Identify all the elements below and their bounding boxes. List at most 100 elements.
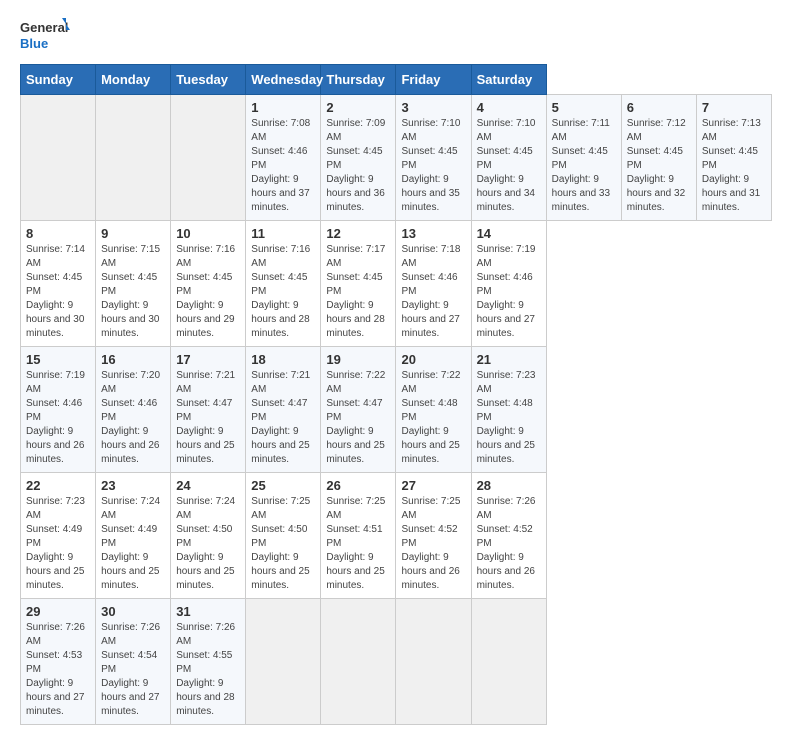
calendar-day-cell: 19 Sunrise: 7:22 AMSunset: 4:47 PMDayligh… [321, 347, 396, 473]
calendar-day-cell: 3 Sunrise: 7:10 AMSunset: 4:45 PMDaylight… [396, 95, 471, 221]
column-header-tuesday: Tuesday [171, 65, 246, 95]
day-number: 1 [251, 100, 315, 115]
day-info: Sunrise: 7:12 AMSunset: 4:45 PMDaylight:… [627, 117, 691, 215]
column-header-thursday: Thursday [321, 65, 396, 95]
day-number: 9 [101, 226, 165, 241]
day-info: Sunrise: 7:21 AMSunset: 4:47 PMDaylight:… [251, 369, 315, 467]
day-number: 3 [401, 100, 465, 115]
calendar-day-cell: 10Sunrise: 7:16 AMSunset: 4:45 PMDayligh… [171, 221, 246, 347]
day-number: 25 [251, 478, 315, 493]
day-number: 27 [401, 478, 465, 493]
calendar-day-cell: 8 Sunrise: 7:14 AMSunset: 4:45 PMDaylight… [21, 221, 96, 347]
calendar-day-cell: 16 Sunrise: 7:20 AMSunset: 4:46 PMDayligh… [96, 347, 171, 473]
calendar-day-cell: 23 Sunrise: 7:24 AMSunset: 4:49 PMDayligh… [96, 473, 171, 599]
header: General Blue [20, 16, 772, 56]
calendar-day-cell: 12 Sunrise: 7:17 AMSunset: 4:45 PMDayligh… [321, 221, 396, 347]
day-info: Sunrise: 7:26 AMSunset: 4:54 PMDaylight:… [101, 621, 165, 719]
calendar-day-cell: 6 Sunrise: 7:12 AMSunset: 4:45 PMDaylight… [621, 95, 696, 221]
day-info: Sunrise: 7:26 AMSunset: 4:52 PMDaylight:… [477, 495, 541, 593]
calendar-table: SundayMondayTuesdayWednesdayThursdayFrid… [20, 64, 772, 725]
calendar-day-cell: 27 Sunrise: 7:25 AMSunset: 4:52 PMDayligh… [396, 473, 471, 599]
calendar-week-row: 8 Sunrise: 7:14 AMSunset: 4:45 PMDaylight… [21, 221, 772, 347]
calendar-day-cell [246, 599, 321, 725]
day-info: Sunrise: 7:10 AMSunset: 4:45 PMDaylight:… [401, 117, 465, 215]
calendar-day-cell: 18 Sunrise: 7:21 AMSunset: 4:47 PMDayligh… [246, 347, 321, 473]
day-number: 2 [326, 100, 390, 115]
calendar-day-cell [96, 95, 171, 221]
calendar-day-cell: 28Sunrise: 7:26 AMSunset: 4:52 PMDayligh… [471, 473, 546, 599]
calendar-day-cell: 26 Sunrise: 7:25 AMSunset: 4:51 PMDayligh… [321, 473, 396, 599]
calendar-day-cell: 9 Sunrise: 7:15 AMSunset: 4:45 PMDaylight… [96, 221, 171, 347]
logo-svg: General Blue [20, 16, 70, 56]
calendar-day-cell: 31Sunrise: 7:26 AMSunset: 4:55 PMDayligh… [171, 599, 246, 725]
day-info: Sunrise: 7:23 AMSunset: 4:48 PMDaylight:… [477, 369, 541, 467]
calendar-day-cell: 25 Sunrise: 7:25 AMSunset: 4:50 PMDayligh… [246, 473, 321, 599]
calendar-week-row: 29Sunrise: 7:26 AMSunset: 4:53 PMDayligh… [21, 599, 772, 725]
day-info: Sunrise: 7:09 AMSunset: 4:45 PMDaylight:… [326, 117, 390, 215]
day-info: Sunrise: 7:19 AMSunset: 4:46 PMDaylight:… [477, 243, 541, 341]
day-info: Sunrise: 7:25 AMSunset: 4:52 PMDaylight:… [401, 495, 465, 593]
calendar-day-cell: 13Sunrise: 7:18 AMSunset: 4:46 PMDayligh… [396, 221, 471, 347]
day-info: Sunrise: 7:22 AMSunset: 4:48 PMDaylight:… [401, 369, 465, 467]
column-header-wednesday: Wednesday [246, 65, 321, 95]
calendar-day-cell: 24Sunrise: 7:24 AMSunset: 4:50 PMDayligh… [171, 473, 246, 599]
calendar-day-cell: 7Sunrise: 7:13 AMSunset: 4:45 PMDaylight… [696, 95, 771, 221]
day-info: Sunrise: 7:11 AMSunset: 4:45 PMDaylight:… [552, 117, 616, 215]
day-number: 11 [251, 226, 315, 241]
day-number: 8 [26, 226, 90, 241]
calendar-day-cell [321, 599, 396, 725]
day-info: Sunrise: 7:24 AMSunset: 4:49 PMDaylight:… [101, 495, 165, 593]
day-number: 15 [26, 352, 90, 367]
day-number: 18 [251, 352, 315, 367]
calendar-week-row: 15 Sunrise: 7:19 AMSunset: 4:46 PMDayligh… [21, 347, 772, 473]
calendar-header-row: SundayMondayTuesdayWednesdayThursdayFrid… [21, 65, 772, 95]
day-info: Sunrise: 7:19 AMSunset: 4:46 PMDaylight:… [26, 369, 90, 467]
day-info: Sunrise: 7:23 AMSunset: 4:49 PMDaylight:… [26, 495, 90, 593]
day-info: Sunrise: 7:20 AMSunset: 4:46 PMDaylight:… [101, 369, 165, 467]
calendar-day-cell: 30Sunrise: 7:26 AMSunset: 4:54 PMDayligh… [96, 599, 171, 725]
calendar-day-cell [471, 599, 546, 725]
svg-text:Blue: Blue [20, 36, 48, 51]
day-info: Sunrise: 7:16 AMSunset: 4:45 PMDaylight:… [251, 243, 315, 341]
calendar-day-cell: 21 Sunrise: 7:23 AMSunset: 4:48 PMDayligh… [471, 347, 546, 473]
day-number: 23 [101, 478, 165, 493]
day-info: Sunrise: 7:17 AMSunset: 4:45 PMDaylight:… [326, 243, 390, 341]
svg-text:General: General [20, 20, 68, 35]
column-header-saturday: Saturday [471, 65, 546, 95]
day-number: 5 [552, 100, 616, 115]
column-header-friday: Friday [396, 65, 471, 95]
day-info: Sunrise: 7:15 AMSunset: 4:45 PMDaylight:… [101, 243, 165, 341]
day-number: 7 [702, 100, 766, 115]
calendar-day-cell: 5 Sunrise: 7:11 AMSunset: 4:45 PMDaylight… [546, 95, 621, 221]
calendar-day-cell: 15 Sunrise: 7:19 AMSunset: 4:46 PMDayligh… [21, 347, 96, 473]
day-info: Sunrise: 7:25 AMSunset: 4:50 PMDaylight:… [251, 495, 315, 593]
day-info: Sunrise: 7:16 AMSunset: 4:45 PMDaylight:… [176, 243, 240, 341]
day-number: 19 [326, 352, 390, 367]
day-number: 17 [176, 352, 240, 367]
day-number: 14 [477, 226, 541, 241]
day-number: 4 [477, 100, 541, 115]
calendar-day-cell [396, 599, 471, 725]
day-number: 13 [401, 226, 465, 241]
day-info: Sunrise: 7:25 AMSunset: 4:51 PMDaylight:… [326, 495, 390, 593]
calendar-day-cell: 20 Sunrise: 7:22 AMSunset: 4:48 PMDayligh… [396, 347, 471, 473]
day-number: 20 [401, 352, 465, 367]
day-number: 26 [326, 478, 390, 493]
calendar-day-cell: 22 Sunrise: 7:23 AMSunset: 4:49 PMDayligh… [21, 473, 96, 599]
column-header-sunday: Sunday [21, 65, 96, 95]
logo: General Blue [20, 16, 70, 56]
day-number: 6 [627, 100, 691, 115]
day-number: 12 [326, 226, 390, 241]
day-info: Sunrise: 7:26 AMSunset: 4:55 PMDaylight:… [176, 621, 240, 719]
day-number: 16 [101, 352, 165, 367]
day-number: 21 [477, 352, 541, 367]
calendar-week-row: 22 Sunrise: 7:23 AMSunset: 4:49 PMDayligh… [21, 473, 772, 599]
day-info: Sunrise: 7:22 AMSunset: 4:47 PMDaylight:… [326, 369, 390, 467]
day-number: 22 [26, 478, 90, 493]
calendar-day-cell: 11 Sunrise: 7:16 AMSunset: 4:45 PMDayligh… [246, 221, 321, 347]
calendar-day-cell [171, 95, 246, 221]
calendar-day-cell: 14 Sunrise: 7:19 AMSunset: 4:46 PMDayligh… [471, 221, 546, 347]
day-info: Sunrise: 7:14 AMSunset: 4:45 PMDaylight:… [26, 243, 90, 341]
calendar-week-row: 1Sunrise: 7:08 AMSunset: 4:46 PMDaylight… [21, 95, 772, 221]
day-info: Sunrise: 7:26 AMSunset: 4:53 PMDaylight:… [26, 621, 90, 719]
